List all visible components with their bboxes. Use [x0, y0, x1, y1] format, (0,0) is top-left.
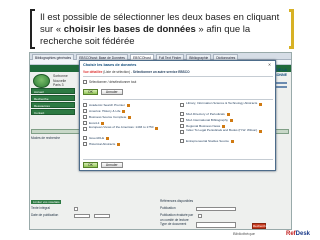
- database-checkbox[interactable]: [180, 103, 184, 107]
- cancel-button-bottom[interactable]: Annuler: [100, 162, 123, 168]
- choose-databases-dialog: Choisir les bases de données ✕ Vue détai…: [79, 60, 276, 171]
- database-item[interactable]: Entrepreneurial Studies Source: [180, 138, 275, 144]
- filter-label: Références disponibles: [160, 199, 194, 203]
- database-checkbox[interactable]: [180, 139, 184, 143]
- peer-reviewed-checkbox[interactable]: [198, 214, 202, 218]
- publication-input[interactable]: [196, 207, 236, 211]
- side-menu-item[interactable]: Contact: [31, 109, 75, 115]
- database-name: MLA Directory of Periodicals: [186, 112, 225, 116]
- database-checkbox[interactable]: [83, 103, 87, 107]
- publication-date-to[interactable]: [94, 214, 110, 218]
- bottom-buttons: OK Annuler: [83, 162, 123, 169]
- search-modes-label: Modes de recherche: [31, 136, 61, 140]
- database-checkbox[interactable]: [180, 118, 184, 122]
- info-icon[interactable]: [117, 142, 121, 146]
- database-name: GreenFILE: [89, 136, 105, 140]
- database-item[interactable]: Historical Abstracts: [83, 141, 178, 147]
- divider: [83, 76, 273, 77]
- info-icon[interactable]: [106, 136, 110, 140]
- database-name: Business Source Complete: [89, 115, 127, 119]
- search-button[interactable]: Rechercher: [252, 223, 269, 229]
- divider: [83, 159, 273, 160]
- refdesk-logo: RefDesk: [258, 230, 310, 239]
- cancel-button[interactable]: Annuler: [100, 89, 123, 95]
- filter-label: Date de publication: [31, 213, 59, 217]
- database-name: Historical Abstracts: [89, 142, 116, 146]
- browser-tab-bar: Bibliographies générales EBSCOhost: Base…: [30, 53, 291, 60]
- database-list-right: Library, Information Science & Technolog…: [180, 102, 275, 144]
- info-icon[interactable]: [126, 103, 130, 107]
- database-item[interactable]: Library, Information Science & Technolog…: [180, 102, 275, 111]
- database-checkbox[interactable]: [83, 142, 87, 146]
- top-buttons: OK Annuler: [83, 89, 123, 96]
- divider: [83, 99, 273, 100]
- right-bracket-decoration: [289, 9, 294, 49]
- info-icon[interactable]: [229, 118, 233, 122]
- database-checkbox[interactable]: [180, 124, 184, 128]
- footer-text: Bibliothèque: [233, 231, 256, 236]
- side-menu: Accueil Recherche Ressources Contact: [31, 88, 75, 116]
- database-checkbox[interactable]: [83, 109, 87, 113]
- other-service-link[interactable]: Sélectionner un autre service EBSCO: [133, 70, 190, 74]
- info-icon[interactable]: [259, 130, 263, 133]
- info-icon[interactable]: [101, 121, 105, 125]
- side-menu-item[interactable]: Accueil: [31, 88, 75, 94]
- database-list-left: Academic Search Premier America: History…: [83, 102, 178, 147]
- refdesk-logo-part1: Ref: [285, 231, 296, 237]
- database-item[interactable]: European Views of the Americas: 1493 to …: [83, 126, 178, 135]
- document-type-select[interactable]: [196, 222, 236, 228]
- database-name: Academic Search Premier: [89, 103, 125, 107]
- database-name: America: History & Life: [89, 109, 121, 113]
- database-item[interactable]: Index To Legal Periodicals and Books (H.…: [180, 129, 275, 138]
- side-menu-item[interactable]: Ressources: [31, 102, 75, 108]
- database-checkbox[interactable]: [83, 115, 87, 119]
- database-name: Entrepreneurial Studies Source: [186, 139, 229, 143]
- search-modes: Modes de recherche: [31, 136, 79, 141]
- full-text-checkbox[interactable]: [74, 207, 78, 211]
- database-checkbox[interactable]: [180, 112, 184, 116]
- select-all-checkbox[interactable]: [83, 80, 87, 84]
- refdesk-logo-part2: Desk: [295, 231, 310, 237]
- database-name: Regional Business News: [186, 124, 221, 128]
- selection-line: Vue détaillée (Liste de sélection) - Sél…: [83, 69, 273, 75]
- info-icon[interactable]: [122, 109, 126, 113]
- slide-caption: Il est possible de sélectionner les deux…: [40, 12, 280, 48]
- ok-button[interactable]: OK: [83, 89, 98, 95]
- database-name: Library, Information Science & Technolog…: [186, 102, 258, 105]
- database-name: European Views of the Americas: 1493 to …: [89, 126, 154, 129]
- close-icon[interactable]: ✕: [266, 62, 273, 68]
- select-all-label: Sélectionner / désélectionner tout: [89, 80, 137, 84]
- ok-button-bottom[interactable]: OK: [83, 162, 98, 168]
- database-checkbox[interactable]: [83, 136, 87, 140]
- filter-label: Texte intégral: [31, 206, 50, 210]
- info-icon[interactable]: [155, 127, 159, 130]
- info-icon[interactable]: [259, 103, 263, 106]
- info-icon[interactable]: [222, 124, 226, 128]
- info-icon[interactable]: [128, 115, 132, 119]
- left-bracket-decoration: [30, 9, 35, 49]
- database-checkbox[interactable]: [83, 127, 87, 131]
- university-logo-icon: [33, 74, 50, 88]
- side-menu-item[interactable]: Recherche: [31, 95, 75, 101]
- info-icon[interactable]: [226, 112, 230, 116]
- select-all-row[interactable]: Sélectionner / désélectionner tout: [83, 79, 163, 85]
- database-name: MLA International Bibliography: [186, 118, 228, 122]
- info-icon[interactable]: [231, 139, 234, 143]
- database-name: EconLit: [89, 121, 100, 125]
- database-checkbox[interactable]: [180, 130, 184, 134]
- selection-paren[interactable]: (Liste de sélection): [103, 70, 130, 74]
- caption-text-bold: choisir les bases de données: [63, 24, 196, 35]
- database-checkbox[interactable]: [83, 121, 87, 125]
- publication-date-from[interactable]: [74, 214, 90, 218]
- filter-label: Publication: [160, 206, 176, 210]
- filter-label: Type de document: [160, 222, 187, 226]
- database-name: Index To Legal Periodicals and Books (H.…: [186, 129, 258, 132]
- dialog-title: Choisir les bases de données: [83, 63, 137, 67]
- limit-results-heading: Limiter vos résultats: [31, 200, 61, 204]
- selection-view-label: Vue détaillée: [83, 70, 103, 74]
